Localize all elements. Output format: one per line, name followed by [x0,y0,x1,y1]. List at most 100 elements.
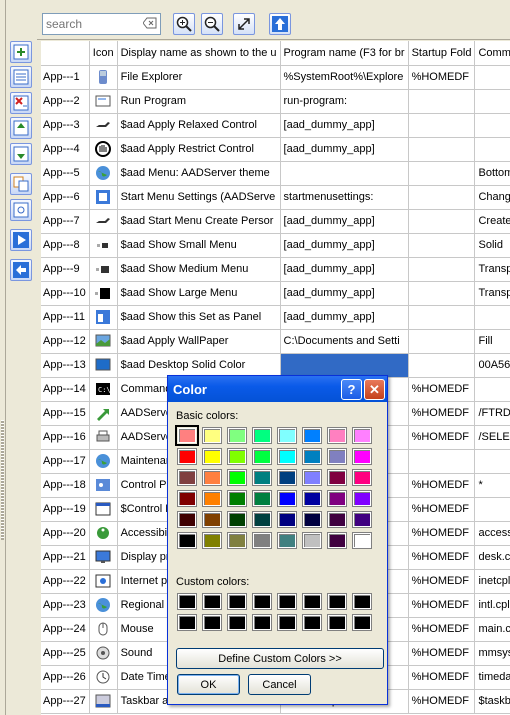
basic-color-swatch[interactable] [252,532,272,549]
program-name-cell[interactable]: [aad_dummy_app] [280,137,409,162]
row-id-cell[interactable]: App---6 [41,185,90,210]
custom-color-swatch[interactable] [202,614,222,631]
splitter-grip[interactable] [1,420,4,540]
row-id-cell[interactable]: App---23 [41,593,90,618]
column-header[interactable]: Program name (F3 for br [280,41,409,66]
icon-cell[interactable] [89,113,118,138]
help-button[interactable]: ? [341,379,362,400]
commandline-cell[interactable]: /FTRDP [474,401,510,426]
startup-folder-cell[interactable] [408,233,476,258]
startup-folder-cell[interactable] [408,209,476,234]
basic-color-swatch[interactable] [352,469,372,486]
icon-cell[interactable] [89,689,118,714]
paste-icon[interactable] [10,199,32,221]
icon-cell[interactable] [89,449,118,474]
search-input[interactable] [43,14,138,34]
program-name-cell[interactable]: [aad_dummy_app] [280,209,409,234]
row-id-cell[interactable]: App---16 [41,425,90,450]
startup-folder-cell[interactable] [408,113,476,138]
commandline-cell[interactable]: main.cpl [474,617,510,642]
column-header[interactable] [41,41,90,66]
basic-color-swatch[interactable] [352,490,372,507]
icon-cell[interactable] [89,185,118,210]
table-row[interactable]: App---2 Run Program run-program: [41,89,510,114]
delete-icon[interactable] [10,92,32,114]
zoom-out-icon[interactable] [201,13,223,35]
move-up-item-icon[interactable] [10,117,32,139]
commandline-cell[interactable]: timedate.cp [474,665,510,690]
custom-color-swatch[interactable] [227,593,247,610]
icon-cell[interactable] [89,137,118,162]
startup-folder-cell[interactable] [408,281,476,306]
startup-folder-cell[interactable] [408,137,476,162]
startup-folder-cell[interactable] [408,185,476,210]
table-row[interactable]: App---1 File Explorer %SystemRoot%\Explore… [41,65,510,90]
icon-cell[interactable] [89,401,118,426]
basic-color-swatch[interactable] [277,490,297,507]
custom-color-swatch[interactable] [327,593,347,610]
startup-folder-cell[interactable]: %HOMEDF [408,65,476,90]
startup-folder-cell[interactable] [408,353,476,378]
basic-color-swatch[interactable] [177,490,197,507]
row-id-cell[interactable]: App---19 [41,497,90,522]
custom-color-swatch[interactable] [177,614,197,631]
custom-color-swatch[interactable] [202,593,222,610]
commandline-cell[interactable]: * [474,473,510,498]
startup-folder-cell[interactable] [408,305,476,330]
custom-color-swatch[interactable] [352,614,372,631]
startup-folder-cell[interactable]: %HOMEDF [408,377,476,402]
basic-color-swatch[interactable] [227,427,247,444]
add-group-icon[interactable] [10,66,32,88]
startup-folder-cell[interactable]: %HOMEDF [408,641,476,666]
icon-cell[interactable] [89,665,118,690]
row-id-cell[interactable]: App---5 [41,161,90,186]
commandline-cell[interactable]: Transparen [474,281,510,306]
icon-cell[interactable] [89,545,118,570]
display-name-cell[interactable]: $aad Start Menu Create Persor [117,209,281,234]
custom-color-swatch[interactable] [252,614,272,631]
custom-color-swatch[interactable] [327,614,347,631]
basic-color-swatch[interactable] [202,490,222,507]
basic-color-swatch[interactable] [227,448,247,465]
icon-cell[interactable] [89,569,118,594]
icon-cell[interactable] [89,329,118,354]
row-id-cell[interactable]: App---24 [41,617,90,642]
icon-cell[interactable] [89,233,118,258]
startup-folder-cell[interactable]: %HOMEDF [408,401,476,426]
display-name-cell[interactable]: $aad Show Medium Menu [117,257,281,282]
program-name-cell[interactable]: C:\Documents and Setti [280,329,409,354]
column-header[interactable]: Startup Fold [408,41,476,66]
display-name-cell[interactable]: Run Program [117,89,281,114]
row-id-cell[interactable]: App---13 [41,353,90,378]
display-name-cell[interactable]: $aad Show Large Menu [117,281,281,306]
row-id-cell[interactable]: App---7 [41,209,90,234]
program-name-cell[interactable]: [aad_dummy_app] [280,113,409,138]
basic-color-swatch[interactable] [252,427,272,444]
basic-color-swatch[interactable] [302,427,322,444]
table-row[interactable]: App---10 $aad Show Large Menu [aad_dummy_a… [41,281,510,306]
basic-color-swatch[interactable] [327,469,347,486]
basic-color-swatch[interactable] [327,427,347,444]
table-row[interactable]: App---3 $aad Apply Relaxed Control [aad_du… [41,113,510,138]
icon-cell[interactable] [89,641,118,666]
startup-folder-cell[interactable]: %HOMEDF [408,689,476,714]
custom-color-swatch[interactable] [277,593,297,610]
icon-cell[interactable] [89,473,118,498]
commandline-cell[interactable]: Fill [474,329,510,354]
startup-folder-cell[interactable]: %HOMEDF [408,617,476,642]
add-item-icon[interactable] [10,41,32,63]
icon-cell[interactable] [89,161,118,186]
basic-color-swatch[interactable] [327,448,347,465]
startup-folder-cell[interactable] [408,161,476,186]
expand-icon[interactable] [233,13,255,35]
commandline-cell[interactable]: /SELECTP [474,425,510,450]
zoom-in-icon[interactable] [173,13,195,35]
display-name-cell[interactable]: $aad Show this Set as Panel [117,305,281,330]
basic-color-swatch[interactable] [227,490,247,507]
icon-cell[interactable] [89,617,118,642]
basic-color-swatch[interactable] [352,427,372,444]
column-header[interactable]: Commandline [474,41,510,66]
display-name-cell[interactable]: $aad Show Small Menu [117,233,281,258]
basic-color-swatch[interactable] [177,511,197,528]
basic-color-swatch[interactable] [302,469,322,486]
